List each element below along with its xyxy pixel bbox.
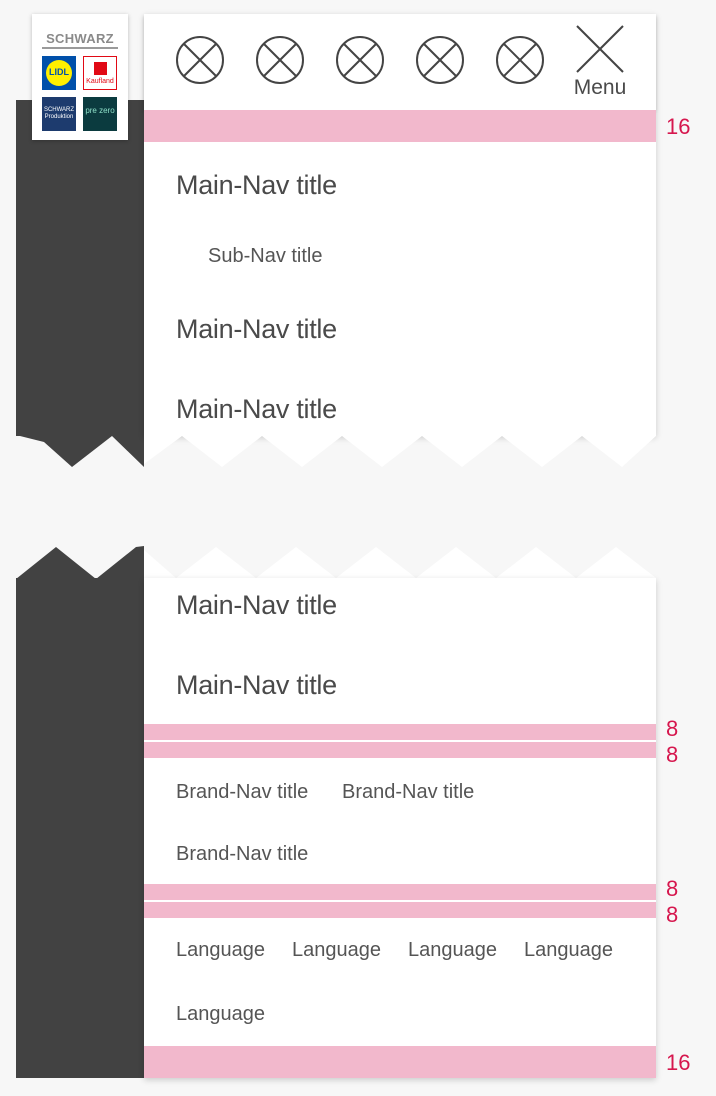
main-nav-item[interactable]: Main-Nav title bbox=[176, 394, 337, 425]
lidl-logo-tile: LIDL bbox=[42, 56, 76, 90]
main-nav-item[interactable]: Main-Nav title bbox=[176, 670, 337, 701]
placeholder-icon[interactable] bbox=[174, 34, 226, 86]
sidebar-dark-top bbox=[16, 100, 144, 436]
spacing-indicator bbox=[144, 742, 656, 758]
main-nav-item[interactable]: Main-Nav title bbox=[176, 170, 337, 201]
main-nav-item[interactable]: Main-Nav title bbox=[176, 590, 337, 621]
placeholder-icon[interactable] bbox=[414, 34, 466, 86]
sidebar-dark-bottom bbox=[16, 578, 144, 1078]
menu-close-button[interactable]: Menu bbox=[572, 24, 628, 100]
prezero-logo-tile: pre zero bbox=[83, 97, 117, 131]
close-icon bbox=[576, 25, 624, 73]
placeholder-icon[interactable] bbox=[254, 34, 306, 86]
placeholder-icon[interactable] bbox=[334, 34, 386, 86]
spacing-label: 8 bbox=[666, 876, 679, 901]
spacing-label: 8 bbox=[666, 716, 679, 741]
spacing-label: 8 bbox=[666, 902, 679, 927]
kaufland-logo-tile: Kaufland bbox=[83, 56, 117, 90]
torn-edge-bottom bbox=[144, 547, 656, 580]
brand-nav-item[interactable]: Brand-Nav title bbox=[176, 781, 308, 804]
main-nav-item[interactable]: Main-Nav title bbox=[176, 314, 337, 345]
spacing-indicator bbox=[144, 724, 656, 740]
spacing-indicator bbox=[144, 902, 656, 918]
language-item[interactable]: Language bbox=[292, 939, 381, 962]
torn-edge-top bbox=[144, 434, 656, 467]
placeholder-icon[interactable] bbox=[494, 34, 546, 86]
language-item[interactable]: Language bbox=[408, 939, 497, 962]
company-logo[interactable]: SCHWARZ LIDL Kaufland SCHWARZ Produktion… bbox=[32, 14, 128, 140]
brand-nav-item[interactable]: Brand-Nav title bbox=[176, 843, 308, 866]
spacing-label: 8 bbox=[666, 742, 679, 767]
sidebar-zigzag-top bbox=[16, 434, 144, 467]
menu-label: Menu bbox=[573, 76, 627, 99]
spacing-indicator bbox=[144, 110, 656, 142]
schwarz-produktion-logo-tile: SCHWARZ Produktion bbox=[42, 97, 76, 131]
logo-underline bbox=[42, 47, 118, 49]
language-item[interactable]: Language bbox=[176, 939, 265, 962]
language-item[interactable]: Language bbox=[176, 1003, 265, 1026]
spacing-label: 16 bbox=[666, 114, 691, 139]
spacing-label: 16 bbox=[666, 1050, 691, 1075]
spacing-indicator bbox=[144, 884, 656, 900]
sidebar-zigzag-bottom bbox=[16, 546, 144, 580]
logo-brand-text: SCHWARZ bbox=[46, 31, 114, 46]
language-item[interactable]: Language bbox=[524, 939, 613, 962]
spacing-indicator bbox=[144, 1046, 656, 1078]
brand-nav-item[interactable]: Brand-Nav title bbox=[342, 781, 474, 804]
sub-nav-item[interactable]: Sub-Nav title bbox=[208, 245, 323, 268]
